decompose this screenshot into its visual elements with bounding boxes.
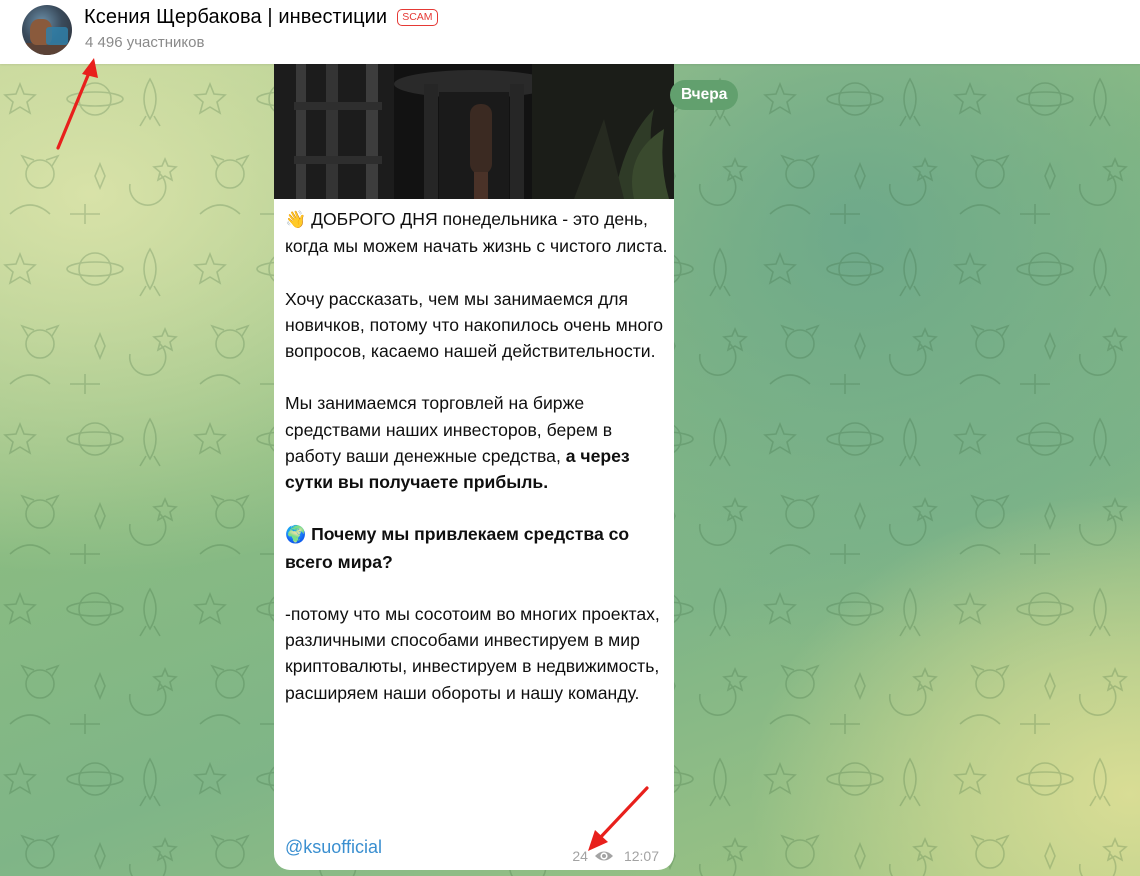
message-time: 12:07 bbox=[623, 848, 659, 864]
channel-title[interactable]: Ксения Щербакова | инвестиции bbox=[84, 6, 387, 29]
paragraph-intro: Хочу рассказать, чем мы занимаемся для н… bbox=[285, 288, 664, 361]
message-text: 👋 ДОБРОГО ДНЯ понедельника - это день, к… bbox=[285, 206, 669, 732]
waving-hand-emoji: 👋 bbox=[285, 210, 307, 230]
member-count: 4 496 участников bbox=[85, 34, 205, 51]
paragraph-reason: -потому что мы сосотоим во многих проект… bbox=[285, 603, 660, 703]
globe-emoji: 🌍 bbox=[285, 525, 307, 546]
message-bubble[interactable]: 👋 ДОБРОГО ДНЯ понедельника - это день, к… bbox=[274, 64, 674, 870]
view-count: 24 bbox=[572, 848, 588, 864]
chat-header: Ксения Щербакова | инвестиции SCAM 4 496… bbox=[0, 0, 1140, 64]
message-meta: 24 12:07 bbox=[572, 848, 659, 864]
date-separator: Вчера bbox=[670, 80, 739, 110]
trading-text: Мы занимаемся торговлей на бирже средств… bbox=[285, 393, 613, 466]
paragraph-greeting: 👋 ДОБРОГО ДНЯ понедельника - это день, к… bbox=[285, 206, 669, 259]
mention-link[interactable]: @ksuofficial bbox=[285, 837, 382, 858]
paragraph-question: 🌍 Почему мы привлекаем средства со всего… bbox=[285, 521, 669, 574]
eye-icon bbox=[594, 851, 613, 861]
greeting-bold: ДОБРОГО ДНЯ bbox=[311, 209, 438, 229]
channel-avatar[interactable] bbox=[22, 5, 72, 55]
title-row: Ксения Щербакова | инвестиции SCAM bbox=[84, 6, 438, 29]
paragraph-trading: Мы занимаемся торговлей на бирже средств… bbox=[285, 390, 669, 495]
question-bold: Почему мы привлекаем средства со всего м… bbox=[285, 524, 630, 572]
message-photo[interactable] bbox=[274, 64, 674, 199]
scam-badge: SCAM bbox=[397, 9, 438, 26]
